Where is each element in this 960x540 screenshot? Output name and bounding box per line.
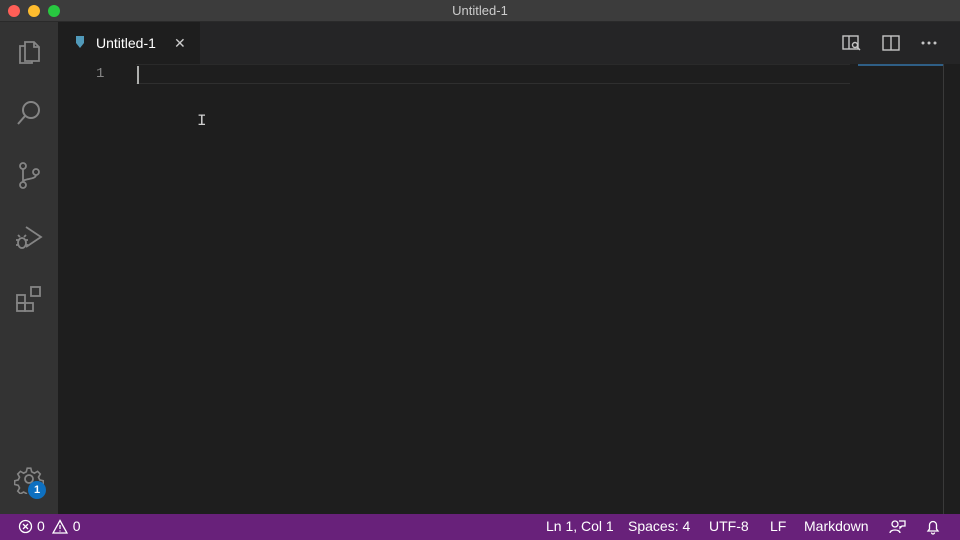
- warning-count: 0: [72, 518, 81, 534]
- more-actions-icon: [921, 41, 937, 45]
- encoding-selector[interactable]: UTF-8: [709, 518, 749, 534]
- tab-untitled-1[interactable]: Untitled-1 ✕: [58, 22, 200, 64]
- split-editor-button[interactable]: [880, 32, 902, 54]
- feedback-button[interactable]: [889, 519, 906, 535]
- text-caret: [137, 66, 139, 84]
- more-actions-button[interactable]: [918, 32, 940, 54]
- warning-icon: [51, 518, 68, 534]
- editor-area[interactable]: 1 I: [58, 64, 960, 514]
- problems-indicator[interactable]: 0 0: [18, 518, 81, 534]
- tab-bar: Untitled-1 ✕: [58, 22, 960, 64]
- split-editor-icon: [882, 35, 900, 51]
- language-mode-selector[interactable]: Markdown: [804, 518, 869, 534]
- source-control-button[interactable]: [0, 150, 58, 200]
- status-bar: 0 0 Ln 1, Col 1 Spaces: 4 UTF-8 LF Markd…: [0, 514, 960, 540]
- explorer-button[interactable]: [0, 26, 58, 76]
- markdown-icon: [74, 36, 86, 55]
- eol-selector[interactable]: LF: [770, 518, 786, 534]
- manage-button[interactable]: [0, 454, 58, 504]
- notifications-button[interactable]: [925, 519, 941, 535]
- extensions-button[interactable]: [0, 274, 58, 324]
- notification-badge: 1: [28, 481, 46, 499]
- title-bar: Untitled-1: [0, 0, 960, 22]
- cursor-position[interactable]: Ln 1, Col 1: [546, 518, 614, 534]
- open-preview-icon: [842, 35, 861, 51]
- activity-bar: 1: [0, 22, 58, 514]
- files-icon: [19, 41, 40, 64]
- open-preview-to-side-button[interactable]: [840, 32, 862, 54]
- tab-close-icon[interactable]: ✕: [174, 35, 186, 52]
- ibeam-cursor-icon: I: [197, 112, 207, 130]
- extensions-icon: [16, 286, 41, 312]
- current-line-highlight: [136, 64, 850, 84]
- bell-icon: [926, 520, 940, 535]
- line-number: 1: [96, 66, 105, 82]
- run-debug-button[interactable]: [0, 212, 58, 262]
- tab-label: Untitled-1: [96, 35, 156, 51]
- indentation-selector[interactable]: Spaces: 4: [628, 518, 690, 534]
- error-count: 0: [37, 518, 45, 534]
- window-title: Untitled-1: [452, 3, 508, 18]
- source-control-icon: [19, 162, 40, 189]
- minimap-slider[interactable]: [858, 64, 944, 66]
- search-icon: [17, 101, 40, 125]
- feedback-icon: [889, 520, 906, 534]
- run-debug-icon: [16, 226, 43, 249]
- vertical-scrollbar[interactable]: [943, 64, 944, 514]
- search-button[interactable]: [0, 88, 58, 138]
- error-icon: [18, 519, 33, 533]
